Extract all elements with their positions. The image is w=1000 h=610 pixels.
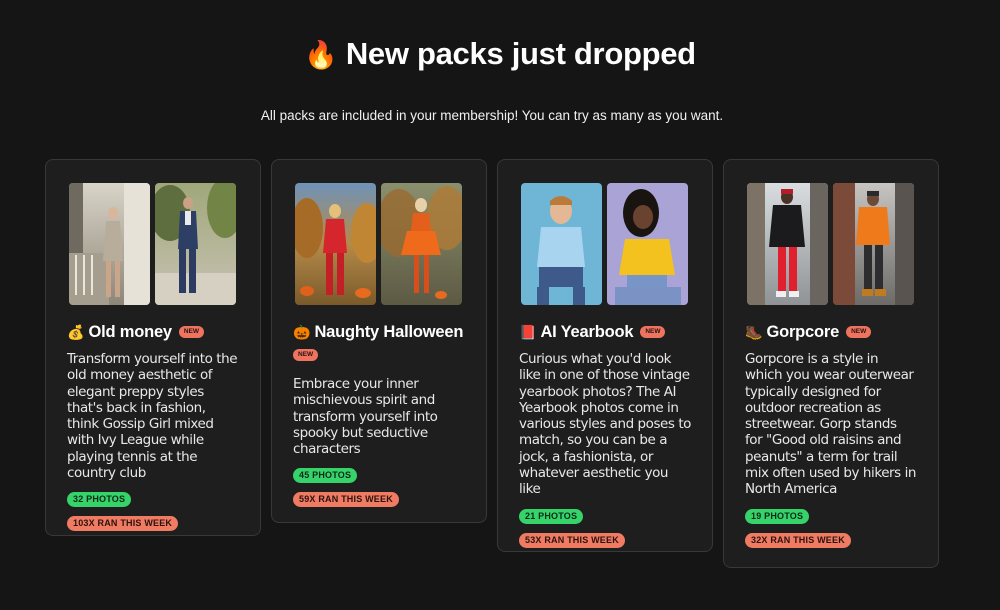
pack-card-naughty-halloween[interactable]: 🎃 Naughty Halloween NEW Embrace your inn… [271, 159, 487, 523]
pack-title-row: 💰 Old money NEW [67, 321, 239, 343]
weekly-runs-badge: 53X RAN THIS WEEK [519, 532, 625, 548]
pack-preview-images [69, 183, 239, 305]
preview-photo [747, 183, 828, 305]
jack-o-lantern-icon: 🎃 [293, 324, 311, 340]
page-subtitle: All packs are included in your membershi… [260, 108, 724, 123]
pack-preview-images [521, 183, 691, 305]
pack-card-old-money[interactable]: 💰 Old money NEW Transform yourself into … [45, 159, 261, 536]
weekly-runs-badge: 59X RAN THIS WEEK [293, 492, 399, 508]
pack-title: Gorpcore [766, 323, 840, 341]
weekly-runs-badge: 103X RAN THIS WEEK [67, 516, 179, 532]
preview-photo [833, 183, 914, 305]
pack-description: Curious what you'd look like in one of t… [519, 351, 691, 498]
pack-title-row: 🎃 Naughty Halloween [293, 321, 465, 343]
new-badge: NEW [293, 349, 319, 361]
hiking-boot-icon: 🥾 [745, 324, 763, 340]
photo-count-badge: 21 PHOTOS [519, 508, 584, 524]
new-badge: NEW [640, 326, 666, 338]
pack-title: Naughty Halloween [314, 323, 464, 341]
pack-card-ai-yearbook[interactable]: 📕 AI Yearbook NEW Curious what you'd loo… [497, 159, 713, 552]
pack-title-row: 📕 AI Yearbook NEW [519, 321, 691, 343]
pack-description: Transform yourself into the old money ae… [67, 351, 238, 482]
preview-photo [69, 183, 150, 305]
pack-title: Old money [88, 323, 172, 341]
pack-title: AI Yearbook [540, 323, 634, 341]
pack-preview-images [295, 183, 465, 305]
preview-photo [381, 183, 462, 305]
preview-photo [295, 183, 376, 305]
preview-photo [521, 183, 602, 305]
pack-description: Gorpcore is a style in which you wear ou… [745, 351, 916, 498]
page-title: 🔥 New packs just dropped [0, 36, 1000, 72]
pack-description: Embrace your inner mischievous spirit an… [293, 376, 438, 458]
pack-preview-images [747, 183, 917, 305]
photo-count-badge: 19 PHOTOS [745, 508, 810, 524]
pack-card-gorpcore[interactable]: 🥾 Gorpcore NEW Gorpcore is a style in wh… [723, 159, 939, 568]
money-bag-icon: 💰 [67, 324, 85, 340]
weekly-runs-badge: 32X RAN THIS WEEK [745, 532, 851, 548]
photo-count-badge: 45 PHOTOS [293, 468, 358, 484]
preview-photo [607, 183, 688, 305]
preview-photo [155, 183, 236, 305]
pack-title-row: 🥾 Gorpcore NEW [745, 321, 917, 343]
fire-icon: 🔥 [304, 40, 338, 70]
new-badge: NEW [846, 326, 872, 338]
page-title-text: New packs just dropped [345, 36, 696, 71]
new-badge: NEW [178, 326, 205, 338]
photo-count-badge: 32 PHOTOS [67, 492, 132, 508]
red-book-icon: 📕 [519, 324, 537, 340]
